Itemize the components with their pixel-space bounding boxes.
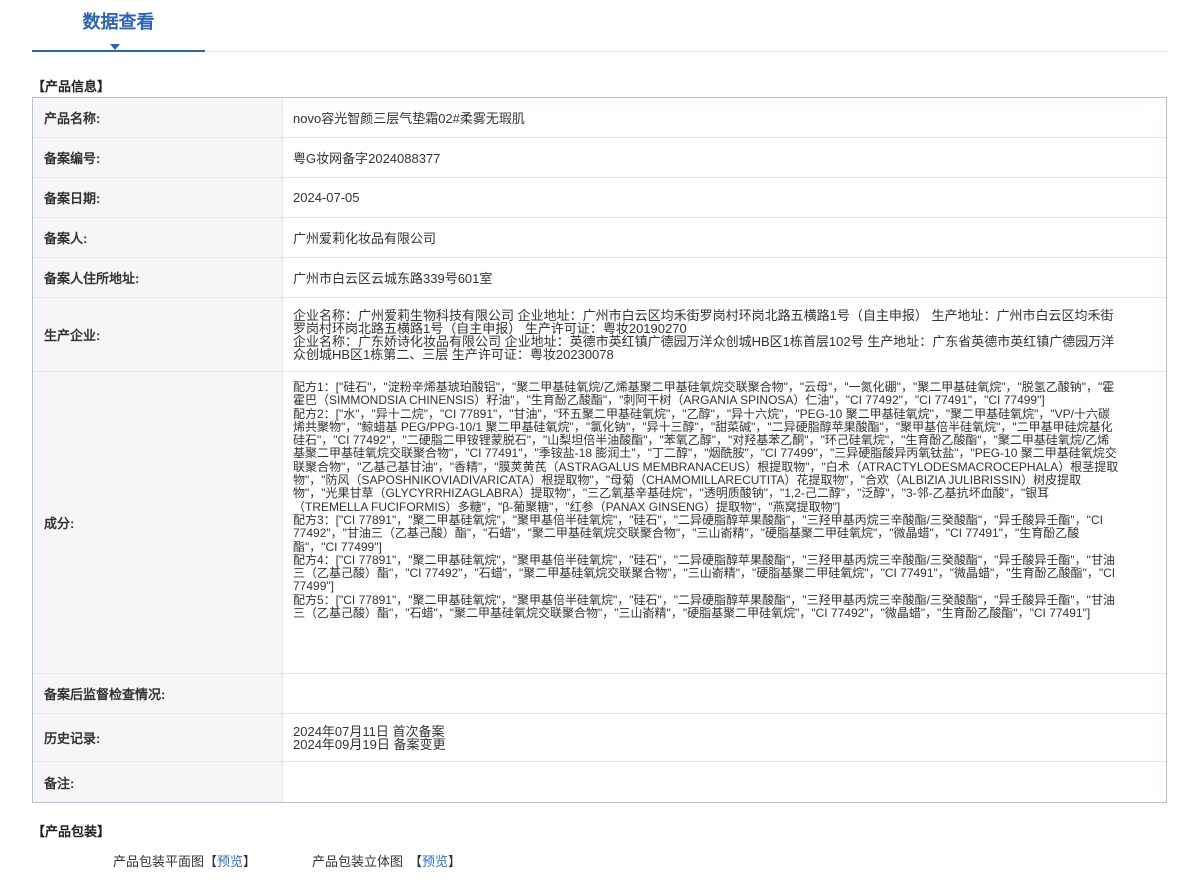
tab-active-underline xyxy=(32,50,205,52)
tab-bar: 数据查看 xyxy=(32,0,1167,53)
info-row-filer-address: 备案人住所地址: 广州市白云区云城东路339号601室 xyxy=(33,258,1166,298)
label-filing-date: 备案日期: xyxy=(33,178,283,217)
flat-view-preview-link[interactable]: 预览 xyxy=(217,854,243,869)
history-entry: 2024年07月11日 首次备案 xyxy=(293,723,445,739)
label-filing-number: 备案编号: xyxy=(33,138,283,177)
packaging-3d-view-label: 产品包装立体图 xyxy=(312,854,404,869)
formula-line: 配方3：["CI 77891"，"聚二甲基硅氧烷"，"聚甲基倍半硅氧烷"，"硅石… xyxy=(293,512,1103,554)
label-history: 历史记录: xyxy=(33,714,283,761)
info-row-product-name: 产品名称: novo容光智颜三层气垫霜02#柔雾无瑕肌 xyxy=(33,98,1166,138)
tab-bar-divider xyxy=(205,51,1167,52)
tab-data-view-label: 数据查看 xyxy=(82,12,155,32)
formula-line: 配方5：["CI 77891"，"聚二甲基硅氧烷"，"聚甲基倍半硅氧烷"，"硅石… xyxy=(293,592,1115,621)
filing-number-text: 粤G妆网备字2024088377 xyxy=(293,151,441,166)
value-history: 2024年07月11日 首次备案 2024年09月19日 备案变更 xyxy=(283,714,1166,761)
value-filing-number: 粤G妆网备字2024088377 xyxy=(283,138,1166,177)
formula-line: 配方4：["CI 77891"，"聚二甲基硅氧烷"，"聚甲基倍半硅氧烷"，"硅石… xyxy=(293,552,1116,594)
value-filer: 广州爱莉化妆品有限公司 xyxy=(283,218,1166,257)
flat-view-preview-group: 【预览】 xyxy=(204,854,256,869)
label-filer-address: 备案人住所地址: xyxy=(33,258,283,297)
tab-data-view[interactable]: 数据查看 xyxy=(32,0,205,50)
product-packaging-heading: 【产品包装】 xyxy=(32,824,111,839)
product-info-table: 产品名称: novo容光智颜三层气垫霜02#柔雾无瑕肌 备案编号: 粤G妆网备字… xyxy=(32,97,1167,803)
bracket-close: 】 xyxy=(243,854,257,869)
filer-address-text: 广州市白云区云城东路339号601室 xyxy=(293,271,493,286)
packaging-flat-view-label: 产品包装平面图 xyxy=(113,854,205,869)
label-product-name: 产品名称: xyxy=(33,98,283,137)
history-entry: 2024年09月19日 备案变更 xyxy=(293,736,446,752)
value-ingredients: 配方1：["硅石"，"淀粉辛烯基琥珀酸铝"，"聚二甲基硅氧烷/乙烯基聚二甲基硅氧… xyxy=(283,372,1166,673)
bracket-close: 】 xyxy=(448,854,462,869)
3d-view-preview-group: 【预览】 xyxy=(409,854,461,869)
filer-text: 广州爱莉化妆品有限公司 xyxy=(293,231,437,246)
packaging-item-flat-view: 产品包装平面图【预览】 xyxy=(113,854,256,870)
info-row-filing-date: 备案日期: 2024-07-05 xyxy=(33,178,1166,218)
value-post-filing-inspection xyxy=(283,674,1166,713)
formula-line: 配方1：["硅石"，"淀粉辛烯基琥珀酸铝"，"聚二甲基硅氧烷/乙烯基聚二甲基硅氧… xyxy=(293,380,1115,408)
formula-line: 配方2：["水"，"异十二烷"，"CI 77891"，"甘油"，"环五聚二甲基硅… xyxy=(293,406,1119,514)
manufacturer-entry: 企业名称：广州爱莉生物科技有限公司 企业地址：广州市白云区均禾街罗岗村环岗北路五… xyxy=(293,307,1114,336)
info-row-history: 历史记录: 2024年07月11日 首次备案 2024年09月19日 备案变更 xyxy=(33,714,1166,762)
product-info-heading: 【产品信息】 xyxy=(32,79,111,94)
label-manufacturers: 生产企业: xyxy=(33,298,283,371)
info-row-manufacturers: 生产企业: 企业名称：广州爱莉生物科技有限公司 企业地址：广州市白云区均禾街罗岗… xyxy=(33,298,1166,372)
value-product-name: novo容光智颜三层气垫霜02#柔雾无瑕肌 xyxy=(283,98,1166,137)
value-remarks xyxy=(283,762,1166,802)
info-row-filing-number: 备案编号: 粤G妆网备字2024088377 xyxy=(33,138,1166,178)
value-filing-date: 2024-07-05 xyxy=(283,178,1166,217)
value-filer-address: 广州市白云区云城东路339号601室 xyxy=(283,258,1166,297)
manufacturer-entry: 企业名称：广东娇诗化妆品有限公司 企业地址：英德市英红镇广德园万洋众创城HB区1… xyxy=(293,333,1115,362)
bracket-open: 【 xyxy=(204,854,218,869)
value-manufacturers: 企业名称：广州爱莉生物科技有限公司 企业地址：广州市白云区均禾街罗岗村环岗北路五… xyxy=(283,298,1166,371)
label-post-filing-inspection: 备案后监督检查情况: xyxy=(33,674,283,713)
product-name-text: novo容光智颜三层气垫霜02#柔雾无瑕肌 xyxy=(293,111,525,126)
3d-view-preview-link[interactable]: 预览 xyxy=(422,854,448,869)
label-filer: 备案人: xyxy=(33,218,283,257)
label-ingredients: 成分: xyxy=(33,372,283,673)
label-remarks: 备注: xyxy=(33,762,283,802)
info-row-remarks: 备注: xyxy=(33,762,1166,802)
info-row-ingredients: 成分: 配方1：["硅石"，"淀粉辛烯基琥珀酸铝"，"聚二甲基硅氧烷/乙烯基聚二… xyxy=(33,372,1166,674)
filing-date-text: 2024-07-05 xyxy=(293,190,360,205)
info-row-filer: 备案人: 广州爱莉化妆品有限公司 xyxy=(33,218,1166,258)
packaging-item-3d-view: 产品包装立体图 【预览】 xyxy=(312,854,461,870)
info-row-post-filing-inspection: 备案后监督检查情况: xyxy=(33,674,1166,714)
bracket-open: 【 xyxy=(409,854,423,869)
